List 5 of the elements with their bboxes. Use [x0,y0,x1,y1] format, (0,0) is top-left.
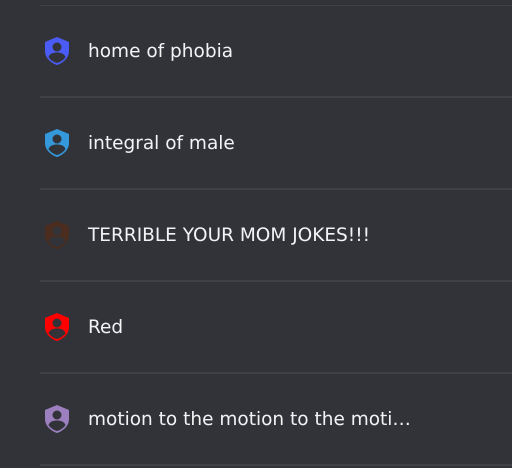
role-name: Red [88,316,124,338]
role-name: home of phobia [88,40,234,62]
role-name: motion to the motion to the moti… [88,408,411,430]
role-name: integral of male [88,132,235,154]
role-name: TERRIBLE YOUR MOM JOKES!!! [88,224,370,246]
